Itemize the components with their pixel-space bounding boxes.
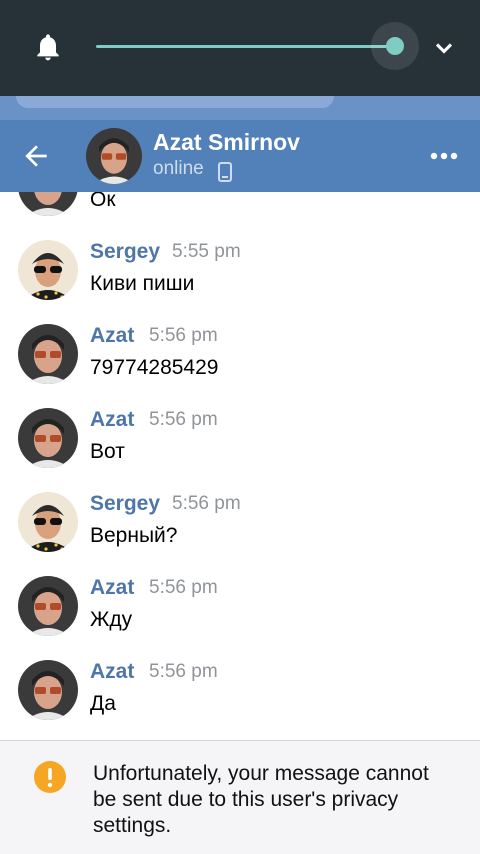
message-time: 5:56 pm: [149, 325, 218, 346]
message-author[interactable]: Sergey: [90, 492, 160, 516]
message-item[interactable]: Sergey 5:55 pm Киви пиши: [0, 240, 480, 324]
message-item[interactable]: Sergey 5:56 pm Верный?: [0, 492, 480, 576]
message-text: Да: [90, 692, 116, 715]
privacy-notice: Unfortunately, your message cannot be se…: [0, 740, 480, 854]
message-text: 79774285429: [90, 356, 219, 379]
warning-icon: [34, 761, 66, 793]
message-time: 5:56 pm: [149, 661, 218, 682]
avatar-sergey[interactable]: [18, 240, 78, 300]
chevron-down-icon[interactable]: [430, 34, 458, 62]
volume-slider-track[interactable]: [96, 45, 396, 48]
message-time: 5:56 pm: [149, 409, 218, 430]
message-item[interactable]: Azat 5:56 pm Вот: [0, 408, 480, 492]
more-icon[interactable]: [428, 146, 460, 166]
avatar-azat[interactable]: [18, 324, 78, 384]
message-item[interactable]: Azat 5:56 pm 79774285429: [0, 324, 480, 408]
message-author[interactable]: Sergey: [90, 240, 160, 264]
message-author[interactable]: Azat: [90, 576, 134, 600]
message-author[interactable]: Azat: [90, 408, 134, 432]
back-arrow-icon[interactable]: [20, 140, 52, 172]
message-text: Киви пиши: [90, 272, 195, 295]
volume-slider-thumb[interactable]: [386, 37, 404, 55]
message-text: Ок: [90, 192, 116, 211]
header-avatar[interactable]: [86, 128, 142, 184]
message-time: 5:55 pm: [172, 241, 241, 262]
chat-header: Azat Smirnov online: [0, 120, 480, 192]
message-text: Вот: [90, 440, 125, 463]
avatar-azat[interactable]: [18, 660, 78, 720]
message-time: 5:56 pm: [149, 577, 218, 598]
message-list[interactable]: Ок Sergey 5:55 pm Киви пиши Azat 5:56 pm…: [0, 192, 480, 740]
privacy-notice-text: Unfortunately, your message cannot be se…: [93, 762, 429, 837]
avatar-azat[interactable]: [18, 408, 78, 468]
message-item[interactable]: Ок: [0, 192, 480, 240]
message-item[interactable]: Azat 5:56 pm Да: [0, 660, 480, 740]
message-text: Верный?: [90, 524, 178, 547]
message-item[interactable]: Azat 5:56 pm Жду: [0, 576, 480, 660]
message-author[interactable]: Azat: [90, 324, 134, 348]
message-text: Жду: [90, 608, 133, 631]
avatar-azat[interactable]: [18, 192, 78, 216]
avatar-azat[interactable]: [18, 576, 78, 636]
avatar-sergey[interactable]: [18, 492, 78, 552]
message-author[interactable]: Azat: [90, 660, 134, 684]
contact-status: online: [153, 158, 204, 179]
contact-name[interactable]: Azat Smirnov: [153, 129, 300, 156]
bell-icon[interactable]: [32, 30, 64, 64]
phone-icon: [218, 162, 232, 182]
background-pill: [16, 96, 334, 108]
message-time: 5:56 pm: [172, 493, 241, 514]
volume-panel: [0, 0, 480, 96]
